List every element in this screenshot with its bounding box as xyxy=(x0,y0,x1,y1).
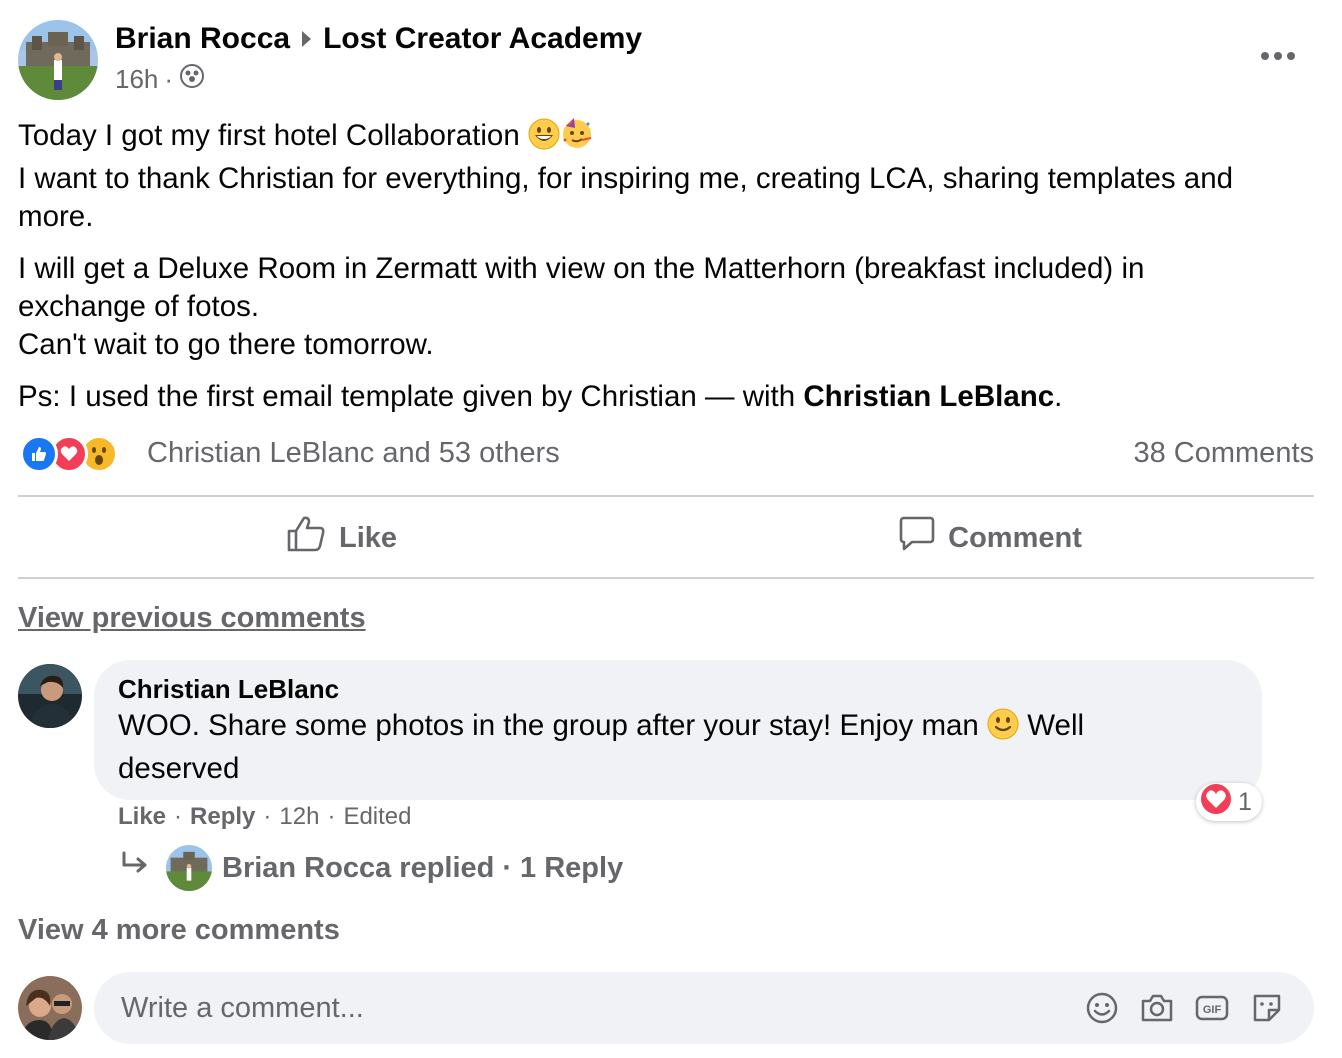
meta-separator: · xyxy=(164,64,174,94)
dot xyxy=(1261,52,1269,60)
post-paragraph-3: Ps: I used the first email template give… xyxy=(18,378,1318,416)
grinning-emoji-icon xyxy=(528,118,560,160)
reactions-summary[interactable]: Christian LeBlanc and 53 others xyxy=(147,437,560,470)
group-name[interactable]: Lost Creator Academy xyxy=(323,22,642,56)
comment-actions: Like · Reply · 12h · Edited xyxy=(118,803,412,831)
party-face-emoji-icon xyxy=(560,116,594,160)
comment-bubble: Christian LeBlanc WOO. Share some photos… xyxy=(94,660,1262,800)
comment-label: Comment xyxy=(948,521,1082,554)
post-text-line: exchange of fotos. xyxy=(18,290,260,323)
comment-text-part: deserved xyxy=(118,752,240,785)
comment-text-part: Well xyxy=(1019,709,1085,742)
dot-separator: · xyxy=(327,803,336,830)
commenter-avatar[interactable] xyxy=(18,664,82,728)
slightly-smiling-emoji-icon xyxy=(987,708,1019,750)
dot-separator: · xyxy=(263,803,272,830)
comments-count[interactable]: 38 Comments xyxy=(1133,437,1314,470)
reaction-icons[interactable] xyxy=(20,434,118,474)
post-paragraph-1: Today I got my first hotel Collaboration xyxy=(18,116,1318,236)
dot-separator: · xyxy=(502,851,513,884)
post-text-end: . xyxy=(1054,380,1063,413)
like-button[interactable]: Like xyxy=(18,500,666,576)
reply-author: Brian Rocca replied xyxy=(222,851,495,884)
svg-text:GIF: GIF xyxy=(1203,1004,1222,1016)
author-avatar[interactable] xyxy=(18,20,98,100)
view-more-comments-link[interactable]: View 4 more comments xyxy=(18,914,340,947)
like-label: Like xyxy=(338,521,398,554)
post-text-line: Today I got my first hotel Collaboration xyxy=(18,119,520,152)
post-meta: 16h · xyxy=(115,63,205,96)
comment-text-part: WOO. Share some photos in the group afte… xyxy=(118,709,979,742)
post-text-line: more. xyxy=(18,200,94,233)
replier-avatar xyxy=(166,845,212,891)
post-text-line: I will get a Deluxe Room in Zermatt with… xyxy=(18,252,1145,285)
post-text-line: Ps: I used the first email template give… xyxy=(18,380,804,413)
post-time[interactable]: 16h xyxy=(115,64,158,95)
comment-author[interactable]: Christian LeBlanc xyxy=(118,674,1238,705)
tagged-user-link[interactable]: Christian LeBlanc xyxy=(803,380,1054,413)
comment-reaction-badge[interactable]: 1 xyxy=(1196,783,1262,821)
comment-reply-link[interactable]: Reply xyxy=(190,803,255,831)
reply-count: 1 Reply xyxy=(520,851,624,884)
love-icon xyxy=(1200,783,1232,822)
reaction-count: 1 xyxy=(1238,787,1252,816)
comment-time[interactable]: 12h xyxy=(279,803,319,831)
post-body: Today I got my first hotel Collaboration xyxy=(18,116,1318,430)
gif-icon[interactable]: GIF xyxy=(1194,990,1230,1026)
current-user-avatar[interactable] xyxy=(18,976,82,1040)
post-author-line: Brian Rocca Lost Creator Academy xyxy=(115,22,642,56)
camera-icon[interactable] xyxy=(1139,990,1175,1026)
comment-composer: GIF xyxy=(94,972,1314,1044)
comment-edited: Edited xyxy=(343,803,412,830)
sticker-icon[interactable] xyxy=(1249,990,1285,1026)
comment-text: WOO. Share some photos in the group afte… xyxy=(118,707,1158,788)
author-name[interactable]: Brian Rocca xyxy=(115,22,290,56)
speech-bubble-icon xyxy=(898,515,936,561)
thumbs-up-icon xyxy=(287,515,327,561)
like-icon xyxy=(20,435,58,473)
post-paragraph-2: I will get a Deluxe Room in Zermatt with… xyxy=(18,250,1318,364)
comment-like-link[interactable]: Like xyxy=(118,803,166,831)
caret-right-icon xyxy=(302,31,312,47)
divider xyxy=(18,495,1314,497)
comment-button[interactable]: Comment xyxy=(666,500,1314,576)
dot xyxy=(1274,52,1282,60)
post-text-line: Can't wait to go there tomorrow. xyxy=(18,328,434,361)
more-options-button[interactable] xyxy=(1256,42,1300,70)
comment-input[interactable] xyxy=(119,990,1023,1026)
reply-arrow-icon xyxy=(120,851,150,885)
view-previous-comments-link[interactable]: View previous comments xyxy=(18,602,366,635)
divider xyxy=(18,577,1314,579)
reply-summary[interactable]: Brian Rocca replied · 1 Reply xyxy=(120,845,623,891)
emoji-icon[interactable] xyxy=(1084,990,1120,1026)
dot-separator: · xyxy=(174,803,183,830)
group-privacy-icon xyxy=(179,63,205,96)
dot xyxy=(1287,52,1295,60)
post-text-line: I want to thank Christian for everything… xyxy=(18,162,1234,195)
